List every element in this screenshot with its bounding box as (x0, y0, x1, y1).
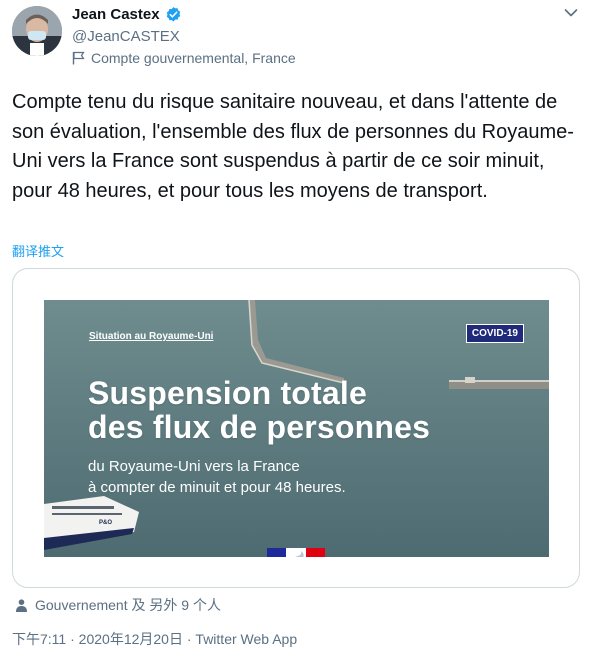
verified-badge-icon (166, 7, 180, 22)
headline-line-2: des flux de personnes (88, 409, 431, 445)
government-label[interactable]: Compte gouvernemental, France (72, 50, 296, 66)
image-subline: du Royaume-Uni vers la France à compter … (88, 456, 346, 498)
meta-separator-2: · (182, 631, 196, 647)
social-context[interactable]: Gouvernement 及 另外 9 个人 (16, 595, 221, 615)
social-context-text: Gouvernement 及 另外 9 个人 (35, 597, 221, 613)
government-label-text: Compte gouvernemental, France (91, 50, 296, 66)
author-name-line[interactable]: Jean Castex (72, 6, 182, 23)
user-icon (16, 598, 27, 612)
tweet-text: Compte tenu du risque sanitaire nouveau,… (12, 91, 574, 202)
image-headline: Suspension totale des flux de personnes (88, 376, 430, 444)
chevron-down-icon[interactable] (564, 8, 578, 18)
republique-francaise-logo (267, 548, 325, 557)
tweet-time[interactable]: 下午7:11 (12, 631, 66, 647)
tweet-meta: 下午7:11 · 2020年12月20日 · Twitter Web App (12, 629, 297, 649)
subline-1: du Royaume-Uni vers la France (88, 458, 300, 475)
media-card[interactable]: P&O Situation au Royaume-Uni COVID-19 Su… (12, 268, 580, 588)
author-handle[interactable]: @JeanCASTEX (72, 28, 180, 45)
avatar-image (12, 6, 62, 56)
translate-tweet-link[interactable]: 翻译推文 (12, 241, 64, 260)
image-kicker: Situation au Royaume-Uni (89, 331, 214, 342)
headline-line-1: Suspension totale (88, 375, 367, 411)
covid-badge: COVID-19 (465, 324, 524, 343)
meta-separator-1: · (66, 631, 79, 647)
author-name[interactable]: Jean Castex (72, 6, 160, 23)
ship-logo-text: P&O (99, 520, 112, 526)
tweet-date[interactable]: 2020年12月20日 (79, 631, 183, 647)
subline-2: à compter de minuit et pour 48 heures. (88, 479, 346, 496)
tweet-source[interactable]: Twitter Web App (195, 631, 297, 647)
avatar[interactable] (12, 6, 62, 56)
flag-icon (72, 51, 85, 65)
tweet-image[interactable]: P&O Situation au Royaume-Uni COVID-19 Su… (44, 300, 549, 557)
